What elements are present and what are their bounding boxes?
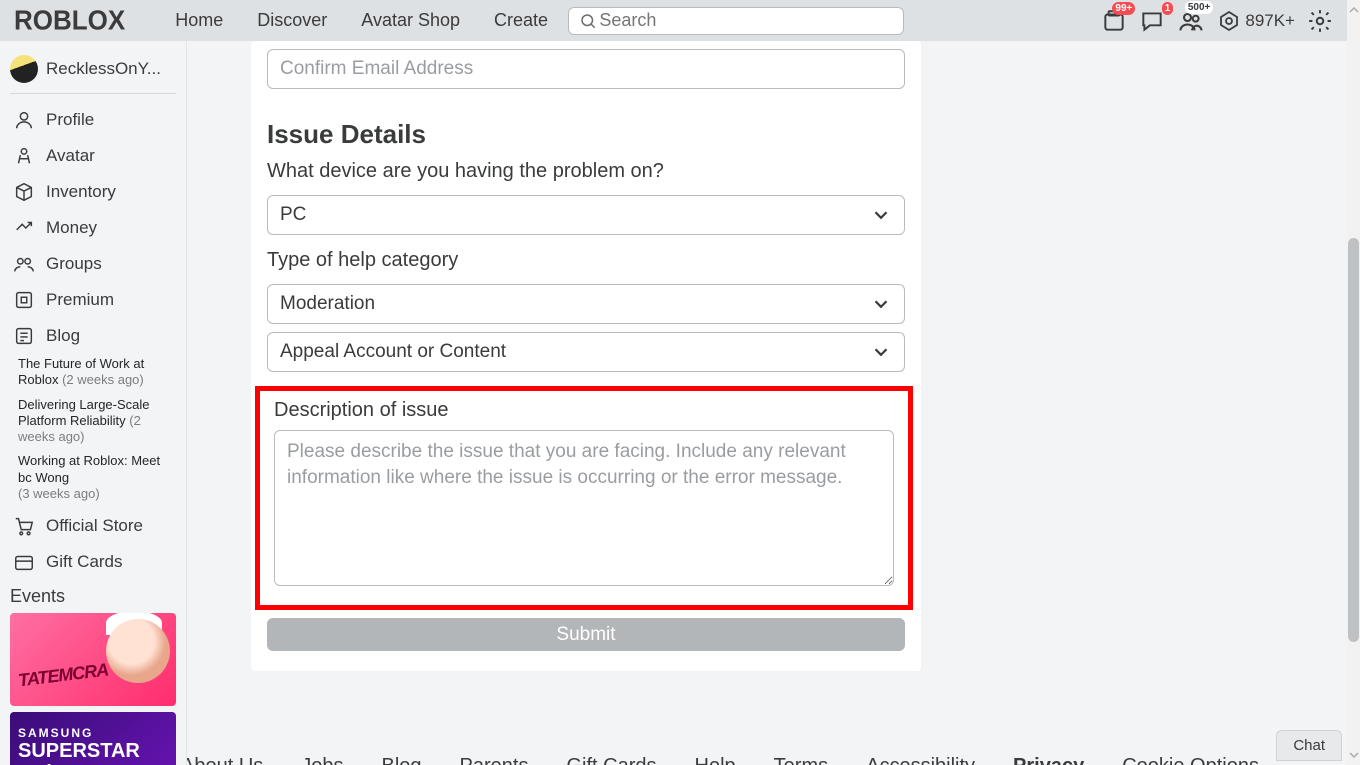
sidebar-item-label: Gift Cards xyxy=(46,552,123,572)
nav-avatar-shop[interactable]: Avatar Shop xyxy=(361,10,460,31)
select-value: PC xyxy=(280,204,306,226)
footer-cookie-options[interactable]: Cookie Options xyxy=(1122,755,1259,765)
page-footer: About Us Jobs Blog Parents Gift Cards He… xyxy=(187,735,1347,765)
sidebar-item-inventory[interactable]: Inventory xyxy=(10,174,176,210)
settings-icon[interactable] xyxy=(1307,8,1333,34)
event-card[interactable]: TATEMCRA xyxy=(10,613,176,706)
nav-home[interactable]: Home xyxy=(175,10,223,31)
friends-icon[interactable]: 500+ xyxy=(1177,7,1205,35)
chevron-down-icon xyxy=(870,293,892,315)
sidebar-item-premium[interactable]: Premium xyxy=(10,282,176,318)
sidebar-item-money[interactable]: Money xyxy=(10,210,176,246)
avatar-thumbnail xyxy=(10,55,38,83)
topbar-right: 99+ 1 500+ 897K+ xyxy=(1101,7,1333,35)
main-content: Issue Details What device are you having… xyxy=(187,41,1347,765)
sidebar-item-groups[interactable]: Groups xyxy=(10,246,176,282)
device-select[interactable]: PC xyxy=(267,195,905,235)
groups-icon xyxy=(12,252,36,276)
footer-help[interactable]: Help xyxy=(695,755,736,765)
footer-about[interactable]: About Us xyxy=(187,755,263,765)
scroll-down-icon[interactable] xyxy=(1347,745,1360,765)
blog-icon xyxy=(12,324,36,348)
sidebar-item-profile[interactable]: Profile xyxy=(10,102,176,138)
blog-post-link[interactable]: Delivering Large-Scale Platform Reliabil… xyxy=(10,395,176,452)
sidebar-item-label: Official Store xyxy=(46,516,143,536)
description-highlight: Description of issue xyxy=(255,386,913,610)
description-label: Description of issue xyxy=(266,393,902,426)
nav-discover[interactable]: Discover xyxy=(257,10,327,31)
footer-parents[interactable]: Parents xyxy=(460,755,529,765)
search-icon xyxy=(577,9,599,33)
currency-display[interactable]: 897K+ xyxy=(1217,9,1295,33)
event-title: TATEMCRA xyxy=(17,660,109,692)
profile-name: RecklessOnY... xyxy=(46,59,161,79)
event-card[interactable]: SAMSUNG SUPERSTAR Galaxy xyxy=(10,712,176,765)
scrollbar-thumb[interactable] xyxy=(1348,238,1359,642)
scroll-up-icon[interactable] xyxy=(1347,0,1360,20)
avatar-icon xyxy=(12,144,36,168)
roblox-logo[interactable]: ROBLOX xyxy=(14,4,125,37)
submit-button[interactable]: Submit xyxy=(267,618,905,651)
store-icon xyxy=(12,514,36,538)
footer-blog[interactable]: Blog xyxy=(382,755,422,765)
sidebar-item-gift-cards[interactable]: Gift Cards xyxy=(10,544,176,580)
profile-icon xyxy=(12,108,36,132)
event-line: SUPERSTAR xyxy=(18,740,140,763)
confirm-email-input[interactable] xyxy=(267,49,905,89)
window-scrollbar[interactable] xyxy=(1347,0,1360,765)
sidebar-item-label: Inventory xyxy=(46,182,116,202)
robux-icon[interactable]: 99+ xyxy=(1101,8,1127,34)
help-subcategory-select[interactable]: Appeal Account or Content xyxy=(267,332,905,372)
premium-icon xyxy=(12,288,36,312)
help-category-label: Type of help category xyxy=(251,243,921,276)
nav-links: Home Discover Avatar Shop Create xyxy=(175,10,548,31)
blog-post-link[interactable]: The Future of Work at Roblox (2 weeks ag… xyxy=(10,354,176,395)
sidebar-profile[interactable]: RecklessOnY... xyxy=(10,51,176,94)
money-icon xyxy=(12,216,36,240)
chevron-down-icon xyxy=(870,204,892,226)
search-input[interactable] xyxy=(599,10,895,31)
sidebar-item-blog[interactable]: Blog xyxy=(10,318,176,354)
sidebar-item-label: Avatar xyxy=(46,146,95,166)
messages-icon[interactable]: 1 xyxy=(1139,8,1165,34)
issue-details-heading: Issue Details xyxy=(251,97,921,154)
sidebar-item-official-store[interactable]: Official Store xyxy=(10,508,176,544)
sidebar-item-label: Profile xyxy=(46,110,94,130)
support-form-card: Issue Details What device are you having… xyxy=(251,41,921,671)
blog-post-age: (3 weeks ago) xyxy=(18,486,100,501)
left-sidebar: RecklessOnY... Profile Avatar Inventory … xyxy=(0,41,187,765)
friends-badge: 500+ xyxy=(1185,1,1214,14)
currency-count: 897K+ xyxy=(1245,11,1295,31)
inventory-icon xyxy=(12,180,36,204)
footer-gift-cards[interactable]: Gift Cards xyxy=(566,755,656,765)
robux-badge: 99+ xyxy=(1112,2,1135,15)
blog-post-link[interactable]: Working at Roblox: Meet bc Wong (3 weeks… xyxy=(10,451,176,508)
chat-toggle[interactable]: Chat xyxy=(1276,730,1342,761)
blog-post-age: (2 weeks ago) xyxy=(62,372,144,387)
blog-post-title: Working at Roblox: Meet bc Wong xyxy=(18,453,160,484)
device-label: What device are you having the problem o… xyxy=(251,154,921,187)
nav-create[interactable]: Create xyxy=(494,10,548,31)
footer-jobs[interactable]: Jobs xyxy=(301,755,343,765)
footer-terms[interactable]: Terms xyxy=(774,755,828,765)
search-box[interactable] xyxy=(568,7,904,35)
sidebar-item-label: Money xyxy=(46,218,97,238)
footer-accessibility[interactable]: Accessibility xyxy=(866,755,975,765)
events-header: Events xyxy=(10,586,176,607)
sidebar-item-avatar[interactable]: Avatar xyxy=(10,138,176,174)
footer-privacy[interactable]: Privacy xyxy=(1013,755,1084,765)
sidebar-item-label: Groups xyxy=(46,254,102,274)
select-value: Appeal Account or Content xyxy=(280,341,506,363)
sidebar-item-label: Blog xyxy=(46,326,80,346)
help-category-select[interactable]: Moderation xyxy=(267,284,905,324)
gift-icon xyxy=(12,550,36,574)
description-textarea[interactable] xyxy=(274,430,894,586)
top-navigation: ROBLOX Home Discover Avatar Shop Create … xyxy=(0,0,1347,41)
select-value: Moderation xyxy=(280,293,375,315)
sidebar-item-label: Premium xyxy=(46,290,114,310)
chevron-down-icon xyxy=(870,341,892,363)
event-line: SAMSUNG xyxy=(18,726,93,740)
messages-badge: 1 xyxy=(1162,2,1174,15)
